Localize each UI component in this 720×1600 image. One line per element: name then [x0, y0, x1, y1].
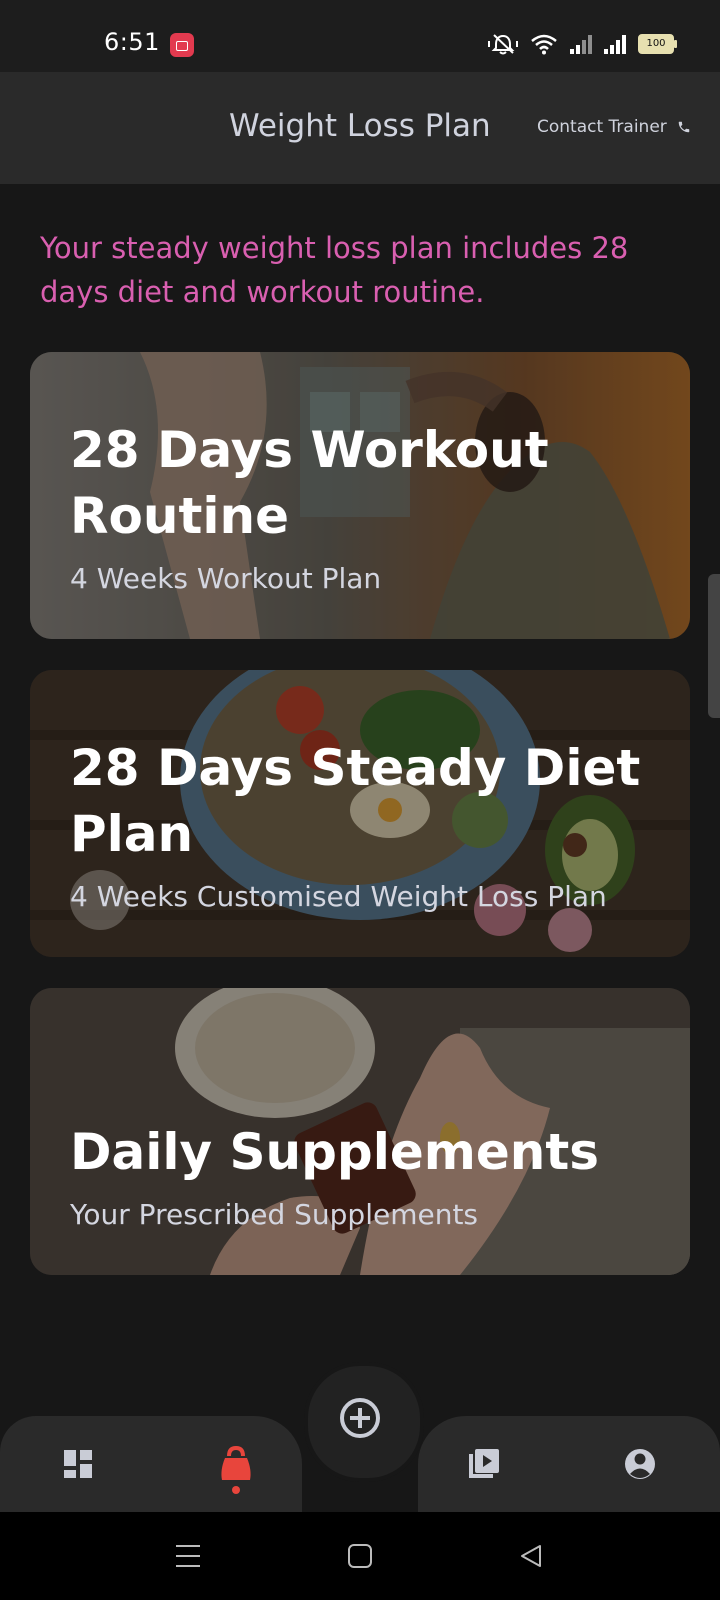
app-bar: Weight Loss Plan Contact Trainer: [0, 72, 720, 184]
battery-icon: 100: [638, 34, 677, 54]
menu-icon[interactable]: [174, 1542, 202, 1570]
status-bar: 6:51 100: [0, 0, 720, 72]
system-nav-bar: [0, 1512, 720, 1600]
nav-profile-button[interactable]: [620, 1444, 660, 1484]
supplements-card[interactable]: Daily Supplements Your Prescribed Supple…: [30, 988, 690, 1275]
add-button[interactable]: [304, 1362, 424, 1482]
dashboard-icon: [64, 1450, 92, 1478]
video-library-icon: [469, 1449, 499, 1478]
screen-record-icon: [170, 33, 194, 57]
nav-workout-button[interactable]: [216, 1444, 256, 1494]
card-subtitle: 4 Weeks Workout Plan: [70, 562, 382, 595]
diet-plan-card[interactable]: 28 Days Steady Diet Plan 4 Weeks Customi…: [30, 670, 690, 957]
phone-icon: [678, 121, 690, 133]
card-subtitle: 4 Weeks Customised Weight Loss Plan: [70, 880, 607, 913]
kettlebell-icon: [221, 1445, 251, 1494]
card-title-line-1: 28 Days Steady Diet: [70, 739, 641, 797]
battery-level: 100: [646, 38, 666, 49]
contact-trainer-button[interactable]: Contact Trainer: [537, 117, 691, 137]
signal-icon: [604, 34, 626, 54]
home-icon[interactable]: [347, 1543, 373, 1569]
page-title: Weight Loss Plan: [229, 108, 491, 144]
back-icon[interactable]: [518, 1543, 544, 1569]
add-circle-icon: [340, 1398, 380, 1438]
status-icons: 100: [488, 32, 677, 56]
nav-videos-button[interactable]: [464, 1444, 504, 1484]
status-time: 6:51: [104, 28, 160, 56]
nav-dashboard-button[interactable]: [58, 1444, 98, 1484]
scrollbar-thumb[interactable]: [708, 574, 720, 718]
contact-trainer-label: Contact Trainer: [537, 117, 667, 137]
card-title-line-2: Routine: [70, 487, 289, 545]
card-title-line-1: 28 Days Workout: [70, 421, 549, 479]
mute-icon: [488, 34, 518, 55]
workout-routine-card[interactable]: 28 Days Workout Routine 4 Weeks Workout …: [30, 352, 690, 639]
card-subtitle: Your Prescribed Supplements: [70, 1198, 479, 1231]
plan-intro-text: Your steady weight loss plan includes 28…: [40, 231, 629, 309]
wifi-icon: [531, 34, 557, 55]
account-icon: [625, 1449, 655, 1479]
card-title-line-2: Plan: [70, 805, 194, 863]
bottom-nav-left: [0, 1416, 302, 1512]
card-title-line-1: Daily Supplements: [70, 1123, 600, 1181]
signal-icon: [570, 34, 592, 54]
